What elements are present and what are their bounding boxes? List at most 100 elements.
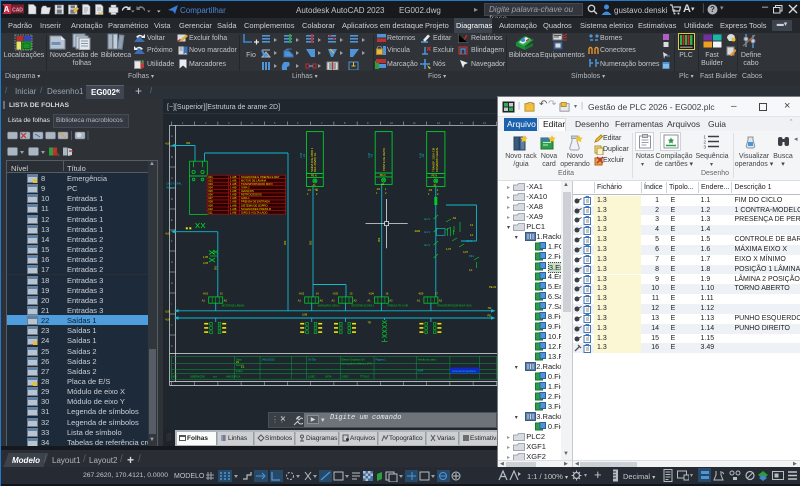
svg-text:G: G bbox=[171, 260, 173, 264]
svg-text:AMODIFICA: AMODIFICA bbox=[226, 375, 241, 379]
svg-text:A2: A2 bbox=[320, 299, 324, 303]
svg-text:0,08: 0,08 bbox=[165, 310, 171, 314]
svg-text:2/SEC: 2/SEC bbox=[342, 375, 350, 379]
svg-text:-U1: -U1 bbox=[302, 153, 306, 158]
svg-text:SOLENOIDES PRESS B: SOLENOIDES PRESS B bbox=[241, 207, 271, 211]
svg-text:005: 005 bbox=[208, 189, 213, 193]
svg-text:B: B bbox=[171, 155, 173, 159]
svg-text:1 A/B: 1 A/B bbox=[230, 182, 237, 186]
svg-text:A2: A2 bbox=[389, 299, 393, 303]
svg-text:PE N: PE N bbox=[432, 175, 438, 178]
svg-text:AVANÇAR E GIRA 2: AVANÇAR E GIRA 2 bbox=[318, 305, 341, 308]
svg-text:TRANSPORTADOR MOVI: TRANSPORTADOR MOVI bbox=[241, 182, 273, 186]
svg-text:006: 006 bbox=[208, 193, 213, 197]
svg-text:TR: TR bbox=[368, 321, 372, 325]
svg-text:A1: A1 bbox=[417, 299, 421, 303]
svg-text:TÍTULO: TÍTULO bbox=[360, 375, 369, 379]
svg-text:-K02: -K02 bbox=[299, 292, 305, 296]
svg-text:D: D bbox=[171, 197, 173, 201]
svg-text:E1.3: E1.3 bbox=[425, 217, 431, 221]
svg-text:Régua: Régua bbox=[167, 186, 175, 190]
svg-text:009: 009 bbox=[208, 203, 213, 207]
svg-text:Electro Graphics Srl: Electro Graphics Srl bbox=[342, 358, 365, 362]
svg-text:24/10/2023: 24/10/2023 bbox=[262, 358, 276, 362]
svg-text:PRENSA DE ENTRADA: PRENSA DE ENTRADA bbox=[241, 200, 270, 204]
svg-text:A: A bbox=[4, 5, 10, 14]
svg-text:1/SEC: 1/SEC bbox=[308, 375, 316, 379]
svg-text:3: 3 bbox=[704, 144, 707, 149]
svg-text:-X3: -X3 bbox=[428, 188, 433, 192]
svg-text:A1: A1 bbox=[367, 299, 371, 303]
svg-text:1,07: 1,07 bbox=[446, 247, 452, 251]
svg-text:TRANSPORTADOR-MOVI VIGA: TRANSPORTADOR-MOVI VIGA bbox=[437, 305, 472, 308]
svg-text:304: 304 bbox=[377, 237, 381, 242]
svg-text:1 A/B: 1 A/B bbox=[230, 210, 237, 214]
svg-text:E: E bbox=[171, 218, 173, 222]
svg-text:A2: A2 bbox=[439, 299, 443, 303]
svg-text:GIRO E VOLTA LADO: GIRO E VOLTA LADO bbox=[241, 210, 267, 214]
svg-text:0x04: 0x04 bbox=[418, 369, 424, 373]
svg-text:COMANDO GERAL: COMANDO GERAL bbox=[435, 147, 439, 172]
svg-text:AVANÇOS: AVANÇOS bbox=[241, 189, 254, 193]
svg-text:dos quadros elétricos [P4]: dos quadros elétricos [P4] bbox=[342, 362, 372, 366]
svg-text:002: 002 bbox=[208, 179, 213, 183]
svg-text:1:1: 1:1 bbox=[241, 365, 245, 369]
svg-text:DATA: DATA bbox=[325, 375, 332, 379]
svg-text:A1: A1 bbox=[202, 299, 206, 303]
svg-text:E1.3: E1.3 bbox=[425, 230, 431, 234]
svg-text:4,1: 4,1 bbox=[469, 268, 473, 272]
svg-text:MOTOR DE LÂMINA: MOTOR DE LÂMINA bbox=[241, 179, 266, 183]
svg-text:CAD: CAD bbox=[12, 8, 23, 14]
svg-text:PE.: PE. bbox=[488, 314, 492, 318]
svg-text:011: 011 bbox=[208, 210, 213, 214]
svg-text:-S3: -S3 bbox=[452, 216, 457, 220]
svg-text:0,08: 0,08 bbox=[302, 313, 308, 317]
svg-text:1 A/B: 1 A/B bbox=[230, 179, 237, 183]
svg-text:1 A/B: 1 A/B bbox=[230, 207, 237, 211]
svg-text:4,04: 4,04 bbox=[165, 318, 171, 322]
svg-text:008: 008 bbox=[208, 200, 213, 204]
svg-text:Folha: Folha bbox=[236, 369, 243, 373]
svg-text:001: 001 bbox=[208, 175, 213, 179]
svg-text:GIRA 2: GIRA 2 bbox=[241, 186, 250, 190]
svg-text:RETORNO E GIRA 1: RETORNO E GIRA 1 bbox=[352, 305, 375, 308]
svg-text:K: K bbox=[171, 344, 173, 348]
svg-text:A1: A1 bbox=[332, 299, 336, 303]
svg-text:A1: A1 bbox=[298, 299, 302, 303]
svg-text:010: 010 bbox=[208, 207, 213, 211]
svg-text:1 A/B: 1 A/B bbox=[230, 196, 237, 200]
svg-text:?: ? bbox=[710, 5, 715, 14]
svg-text:1 A/B: 1 A/B bbox=[230, 193, 237, 197]
svg-text:C: C bbox=[171, 176, 173, 180]
svg-text:SOLENOIDE E PRENSA E RET: SOLENOIDE E PRENSA E RET bbox=[241, 175, 280, 179]
svg-text:4,06: 4,06 bbox=[165, 142, 171, 146]
svg-text:304: 304 bbox=[186, 141, 191, 145]
svg-text:RETROCESSOS: RETROCESSOS bbox=[241, 193, 262, 197]
svg-text:A: A bbox=[171, 134, 173, 138]
svg-text:MOTOR DE LÂMINA: MOTOR DE LÂMINA bbox=[222, 305, 245, 308]
svg-text:Versão do carta: Versão do carta bbox=[418, 358, 437, 362]
svg-text:1 A/B: 1 A/B bbox=[230, 186, 237, 190]
svg-text:302: 302 bbox=[283, 240, 287, 245]
svg-text:4,07: 4,07 bbox=[463, 250, 469, 254]
svg-text:H: H bbox=[171, 281, 173, 285]
svg-text:E1.3: E1.3 bbox=[425, 243, 431, 247]
svg-text:-K03: -K03 bbox=[333, 292, 339, 296]
svg-text:[−][Superior][Estrutura de ara: [−][Superior][Estrutura de arame 2D] bbox=[167, 104, 280, 111]
svg-text:1 A/B: 1 A/B bbox=[230, 175, 237, 179]
svg-text:PRENSA TR. A VIR.: PRENSA TR. A VIR. bbox=[387, 305, 409, 308]
svg-text:1 A/B: 1 A/B bbox=[230, 203, 237, 207]
svg-text:B01: B01 bbox=[173, 375, 178, 379]
svg-text:-KM2: -KM2 bbox=[414, 229, 421, 233]
svg-text:A2: A2 bbox=[354, 299, 358, 303]
svg-text:-U2: -U2 bbox=[370, 153, 374, 158]
svg-text:SISTEMA DE SOPRO: SISTEMA DE SOPRO bbox=[241, 203, 268, 207]
svg-text:-U3: -U3 bbox=[421, 153, 425, 158]
svg-text:www.electrographics: www.electrographics bbox=[452, 369, 476, 373]
svg-text:PE1: PE1 bbox=[469, 254, 474, 258]
svg-text:DISJ-GERAL: DISJ-GERAL bbox=[167, 182, 183, 186]
svg-text:-K01: -K01 bbox=[203, 292, 209, 296]
svg-text:A2: A2 bbox=[224, 299, 228, 303]
svg-text:004: 004 bbox=[208, 186, 213, 190]
svg-text:-X1: -X1 bbox=[307, 188, 312, 192]
